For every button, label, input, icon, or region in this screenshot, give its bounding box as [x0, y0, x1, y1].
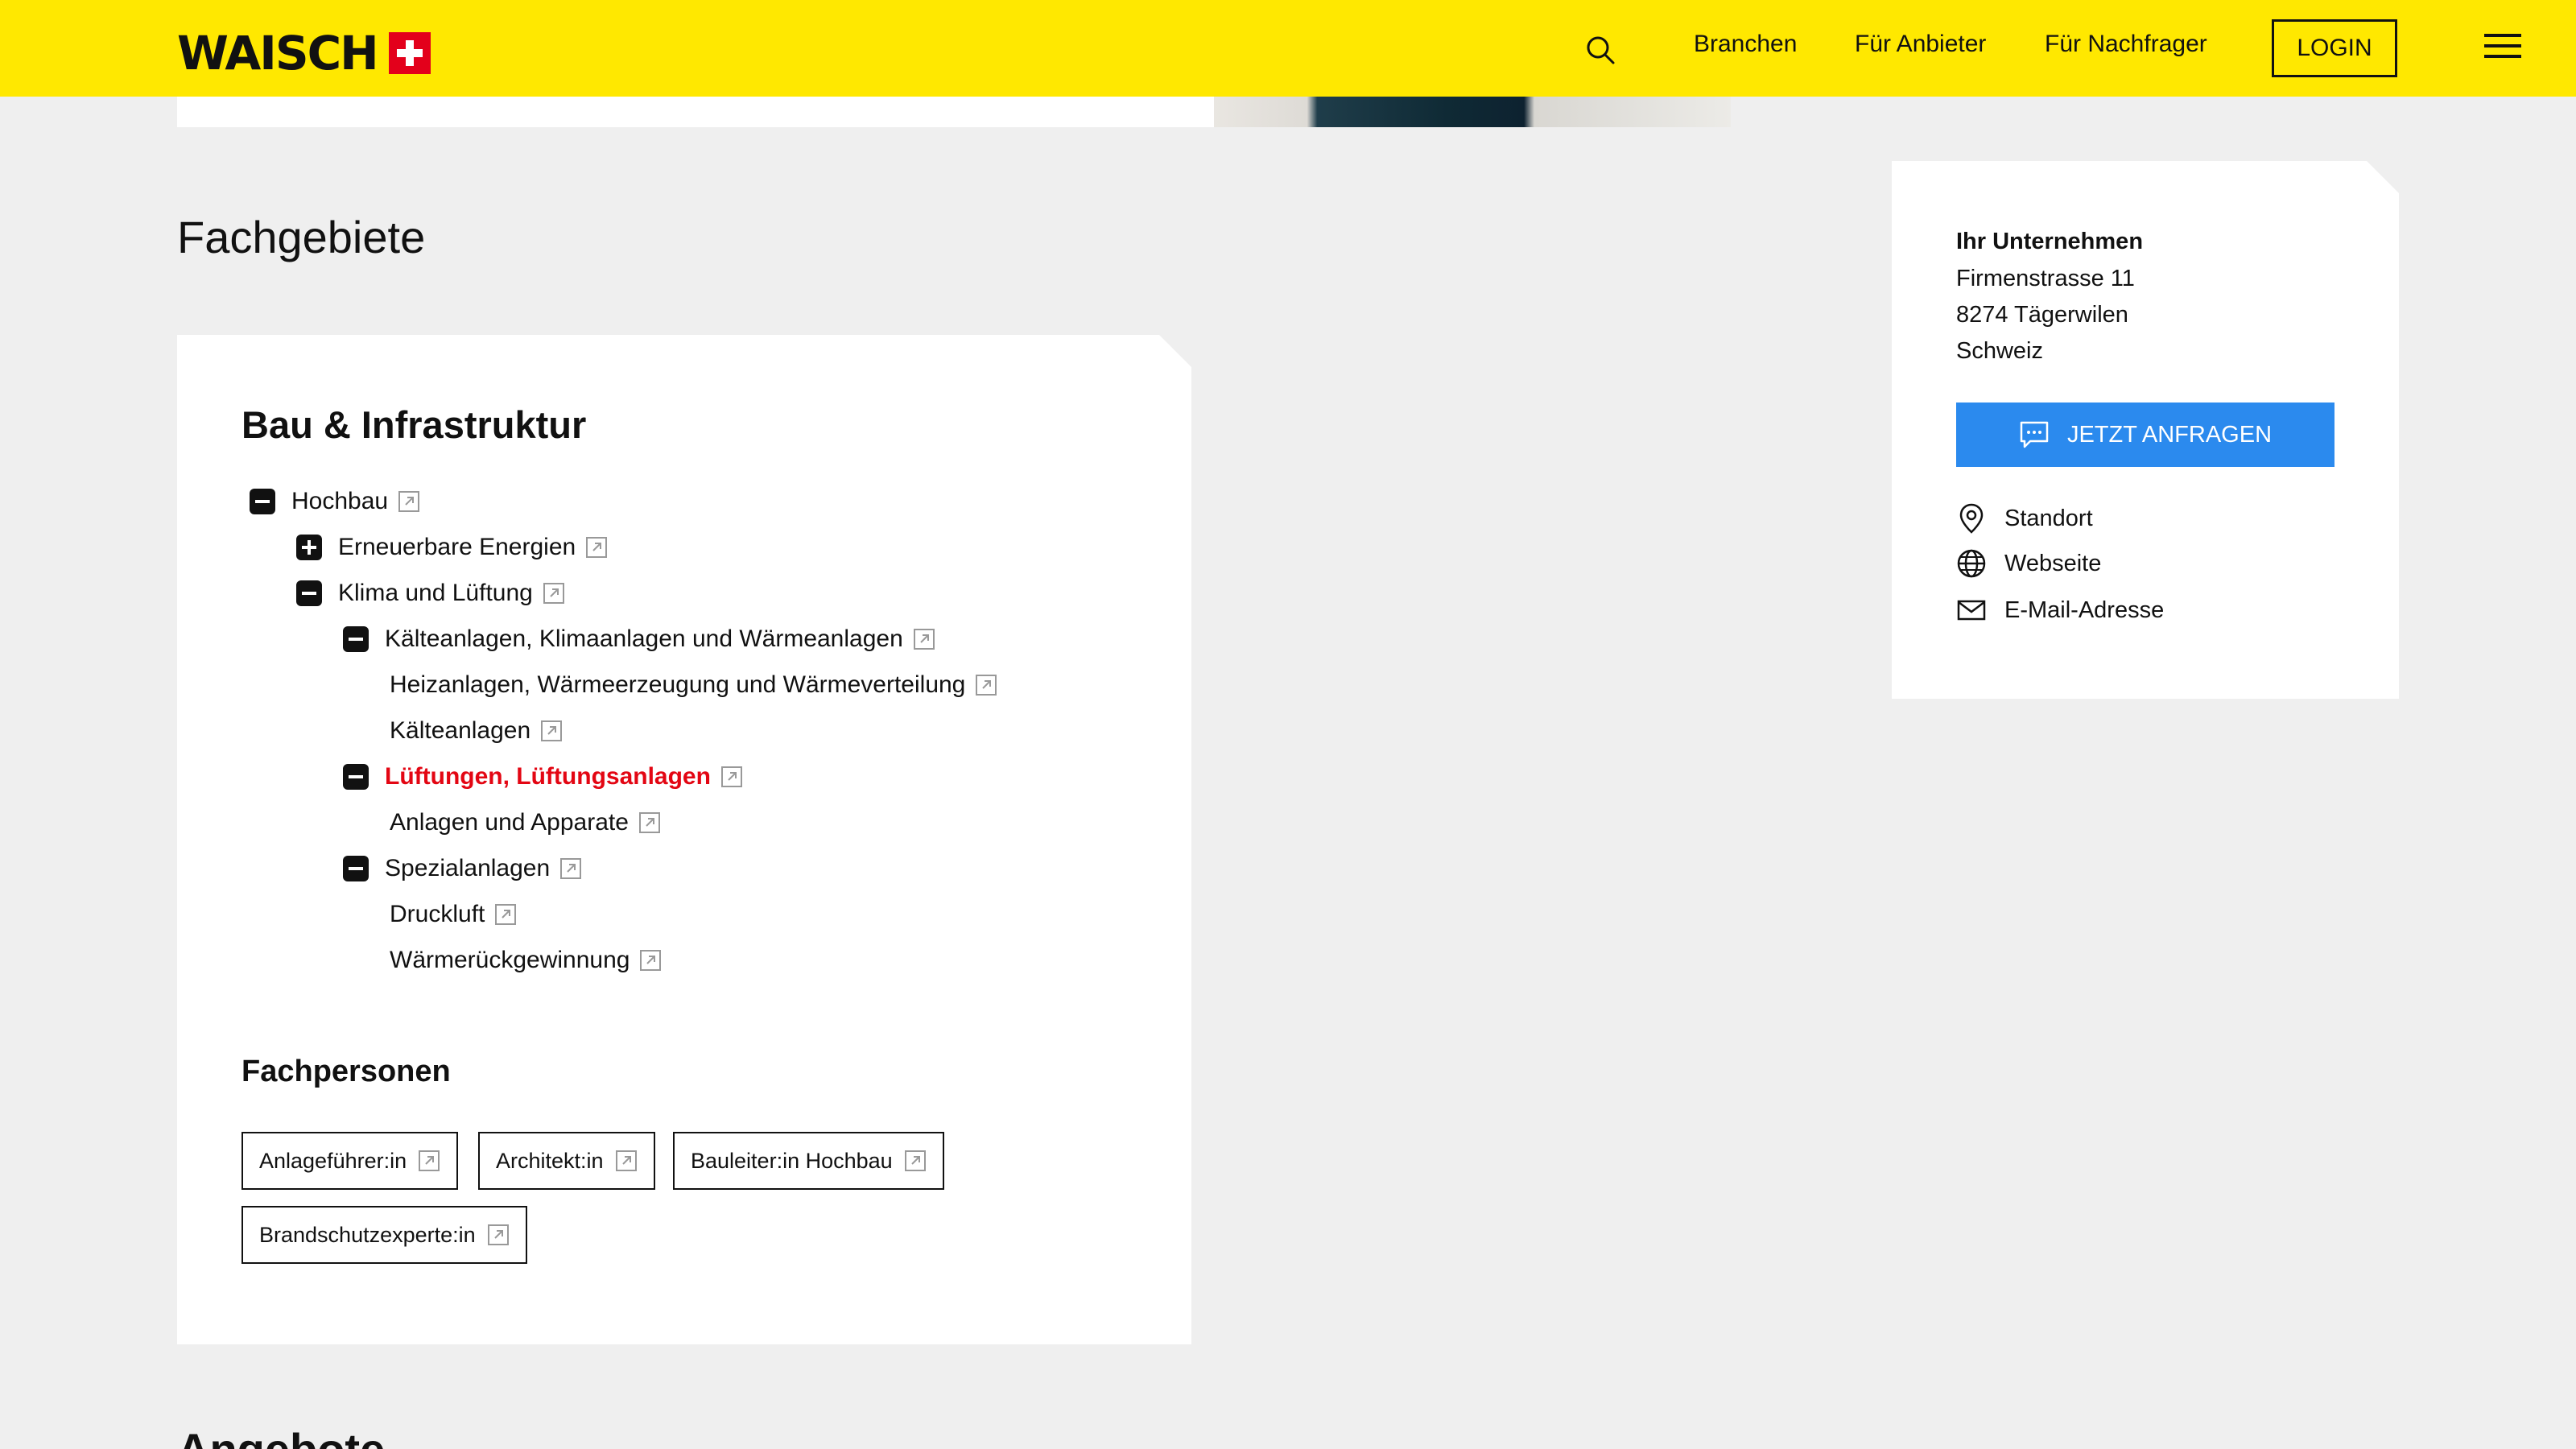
tag-bauleiter-hochbau[interactable]: Bauleiter:in Hochbau [673, 1132, 944, 1190]
logo[interactable]: WAISCH [177, 29, 431, 77]
company-contact-card: Ihr Unternehmen Firmenstrasse 11 8274 Tä… [1892, 161, 2399, 699]
category-heading: Bau & Infrastruktur [242, 403, 587, 446]
address-street: Firmenstrasse 11 [1956, 266, 2135, 291]
tree-item-erneuerbare-energien[interactable]: Erneuerbare Energien [296, 534, 608, 561]
external-link-icon[interactable] [398, 490, 420, 513]
tree-item-heizanlagen[interactable]: Heizanlagen, Wärmeerzeugung und Wärmever… [390, 671, 997, 699]
tree-item-label: Kälteanlagen [390, 717, 531, 744]
tree-item-klima-und-lueftung[interactable]: Klima und Lüftung [296, 580, 565, 607]
collapse-icon[interactable] [343, 764, 369, 790]
external-link-icon[interactable] [913, 628, 935, 650]
tree-item-label: Druckluft [390, 901, 485, 927]
contact-label: Standort [2004, 505, 2093, 531]
chat-icon [2019, 420, 2050, 449]
jetzt-anfragen-button[interactable]: JETZT ANFRAGEN [1956, 402, 2334, 467]
tag-label: Architekt:in [496, 1148, 604, 1173]
external-link-icon[interactable] [975, 674, 997, 696]
address-city: 8274 Tägerwilen [1956, 302, 2128, 328]
company-name: Ihr Unternehmen [1956, 229, 2144, 254]
tree-item-spezialanlagen[interactable]: Spezialanlagen [343, 855, 582, 882]
tag-architekt[interactable]: Architekt:in [478, 1132, 655, 1190]
tree-item-label: Erneuerbare Energien [338, 534, 576, 560]
fachpersonen-heading: Fachpersonen [242, 1055, 451, 1088]
cta-label: JETZT ANFRAGEN [2066, 421, 2273, 448]
tree-item-label-active: Lüftungen, Lüftungsanlagen [385, 763, 711, 790]
swiss-flag-icon [388, 32, 431, 74]
collapse-icon[interactable] [296, 580, 322, 606]
nav-fuer-anbieter[interactable]: Für Anbieter [1855, 31, 1986, 58]
external-link-icon[interactable] [543, 582, 565, 605]
collapse-icon[interactable] [343, 856, 369, 881]
location-pin-icon [1956, 502, 1987, 535]
site-header: WAISCH Branchen Für Anbieter Für Nachfra… [0, 0, 2576, 97]
tree-item-label: Wärmerückgewinnung [390, 947, 630, 973]
tag-label: Anlageführer:in [259, 1148, 407, 1173]
angebote-title: Angebote [177, 1423, 385, 1449]
fachgebiete-card: Bau & Infrastruktur Hochbau Erneuerbare … [177, 335, 1191, 1344]
tree-item-label: Hochbau [291, 488, 389, 514]
contact-standort[interactable]: Standort [1956, 502, 2093, 535]
external-link-icon [904, 1150, 927, 1172]
contact-webseite[interactable]: Webseite [1956, 547, 2101, 580]
tree-item-label: Heizanlagen, Wärmeerzeugung und Wärmever… [390, 671, 966, 698]
collapse-icon[interactable] [343, 626, 369, 652]
contact-label: Webseite [2004, 550, 2102, 576]
tree-item-label: Klima und Lüftung [338, 580, 533, 606]
external-link-icon[interactable] [559, 857, 582, 880]
expand-icon[interactable] [296, 535, 322, 560]
external-link-icon[interactable] [720, 766, 743, 788]
tree-item-lueftungen[interactable]: Lüftungen, Lüftungsanlagen [343, 763, 743, 791]
external-link-icon[interactable] [639, 949, 662, 972]
tree-item-hochbau[interactable]: Hochbau [250, 488, 420, 515]
external-link-icon[interactable] [638, 811, 661, 834]
top-content-card [177, 97, 1214, 127]
tree-item-label: Kälteanlagen, Klimaanlagen und Wärmeanla… [385, 625, 903, 652]
external-link-icon[interactable] [494, 903, 517, 926]
external-link-icon [487, 1224, 510, 1246]
section-title: Fachgebiete [177, 212, 426, 262]
tree-item-label: Spezialanlagen [385, 855, 551, 881]
tag-label: Bauleiter:in Hochbau [691, 1148, 893, 1173]
tree-item-druckluft[interactable]: Druckluft [390, 901, 517, 928]
external-link-icon [418, 1150, 440, 1172]
search-icon[interactable] [1584, 34, 1616, 66]
external-link-icon [615, 1150, 638, 1172]
tree-item-waermerueckgewinnung[interactable]: Wärmerückgewinnung [390, 947, 662, 974]
tag-label: Brandschutzexperte:in [259, 1222, 476, 1247]
external-link-icon[interactable] [540, 720, 563, 742]
nav-branchen[interactable]: Branchen [1694, 31, 1797, 58]
tag-anlagefuehrer[interactable]: Anlageführer:in [242, 1132, 458, 1190]
contact-label: E-Mail-Adresse [2004, 597, 2165, 623]
tree-item-anlagen-und-apparate[interactable]: Anlagen und Apparate [390, 809, 661, 836]
external-link-icon[interactable] [585, 536, 608, 559]
contact-email[interactable]: E-Mail-Adresse [1956, 594, 2164, 626]
mail-icon [1956, 594, 1987, 626]
hamburger-menu-icon[interactable] [2484, 34, 2521, 61]
tree-item-kaelteanlagen[interactable]: Kälteanlagen [390, 717, 563, 745]
nav-fuer-nachfrager[interactable]: Für Nachfrager [2045, 31, 2207, 58]
tag-brandschutzexperte[interactable]: Brandschutzexperte:in [242, 1206, 527, 1264]
address-country: Schweiz [1956, 338, 2043, 364]
logo-text: WAISCH [177, 26, 379, 80]
tree-item-kaelteanlagen-klimaanlagen[interactable]: Kälteanlagen, Klimaanlagen und Wärmeanla… [343, 625, 935, 653]
collapse-icon[interactable] [250, 489, 275, 514]
login-button[interactable]: LOGIN [2272, 19, 2397, 77]
globe-icon [1956, 547, 1987, 580]
hero-image [1214, 97, 1731, 127]
tree-item-label: Anlagen und Apparate [390, 809, 629, 836]
